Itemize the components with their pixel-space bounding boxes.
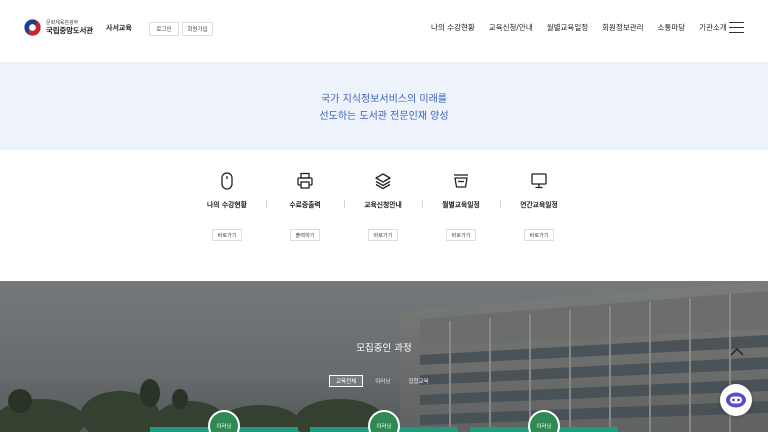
taegeuk-logo-icon: [24, 19, 41, 36]
quick-item-my-courses[interactable]: 나의 수강현황 바로가기: [188, 170, 266, 245]
chevron-up-icon[interactable]: [729, 347, 745, 357]
chatbot-icon: [726, 392, 746, 408]
nav-item-member-info[interactable]: 회원정보관리: [602, 22, 643, 33]
quick-item-label: 월별교육일정: [442, 201, 480, 209]
nav-item-about[interactable]: 기관소개: [699, 22, 727, 33]
printer-icon: [297, 172, 313, 189]
layers-icon: [375, 173, 391, 190]
recruit-tabs: 교육전체 이러닝 집합교육: [329, 375, 435, 387]
join-button[interactable]: 회원가입: [182, 22, 213, 36]
hero-line-2: 선도하는 도서관 전문인재 양성: [319, 111, 449, 122]
monitor-icon: [531, 173, 547, 189]
quick-item-annual-schedule[interactable]: 연간교육일정 바로가기: [500, 170, 578, 245]
recruiting-title: 모집중인 과정: [356, 343, 412, 354]
site-logo[interactable]: 문화체육관광부 국립중앙도서관: [24, 18, 96, 38]
tab-elearning[interactable]: 이러닝: [369, 375, 396, 387]
quick-item-monthly-schedule[interactable]: 월별교육일정 바로가기: [422, 170, 500, 245]
recruiting-courses-section: 모집중인 과정 교육전체 이러닝 집합교육 이러닝 이러닝 이러닝: [0, 281, 768, 432]
login-button[interactable]: 로그인: [149, 22, 179, 36]
quick-item-button[interactable]: 출력하기: [290, 229, 320, 241]
hero-line-1: 국가 지식정보서비스의 미래를: [321, 94, 447, 105]
quick-item-certificate[interactable]: 수료증출력 출력하기: [266, 170, 344, 245]
nav-item-monthly-schedule[interactable]: 월별교육일정: [547, 22, 588, 33]
quick-item-button[interactable]: 바로가기: [446, 229, 476, 241]
quick-item-label: 연간교육일정: [520, 201, 558, 209]
nav-item-community[interactable]: 소통마당: [658, 22, 686, 33]
tab-offline-education[interactable]: 집합교육: [402, 375, 434, 387]
quick-item-button[interactable]: 바로가기: [524, 229, 554, 241]
site-header: 문화체육관광부 국립중앙도서관 사서교육 로그인 회원가입 나의 수강현황 교육…: [0, 0, 768, 58]
quick-item-button[interactable]: 바로가기: [212, 229, 242, 241]
quick-item-label: 수료증출력: [289, 201, 321, 209]
nav-item-apply[interactable]: 교육신청/안내: [489, 22, 533, 33]
quick-item-label: 나의 수강현황: [207, 201, 247, 209]
calendar-basket-icon: [454, 174, 468, 188]
logo-library-name: 국립중앙도서관: [46, 26, 93, 35]
tab-all-courses[interactable]: 교육전체: [329, 375, 364, 387]
chatbot-button[interactable]: [720, 384, 752, 416]
quick-item-apply-guide[interactable]: 교육신청안내 바로가기: [344, 170, 422, 245]
quick-menu: 나의 수강현황 바로가기 수료증출력 출력하기 교육신청안내 바로가기 월별교육…: [188, 170, 578, 245]
nav-item-my-courses[interactable]: 나의 수강현황: [431, 22, 475, 33]
subsite-title[interactable]: 사서교육: [106, 23, 132, 33]
hamburger-menu-icon[interactable]: [729, 22, 744, 33]
hero-banner: 국가 지식정보서비스의 미래를 선도하는 도서관 전문인재 양성: [0, 62, 768, 150]
main-nav: 나의 수강현황 교육신청/안내 월별교육일정 회원정보관리 소통마당 기관소개: [431, 22, 727, 33]
quick-item-label: 교육신청안내: [364, 201, 402, 209]
quick-item-button[interactable]: 바로가기: [368, 229, 398, 241]
mouse-icon: [221, 172, 233, 190]
